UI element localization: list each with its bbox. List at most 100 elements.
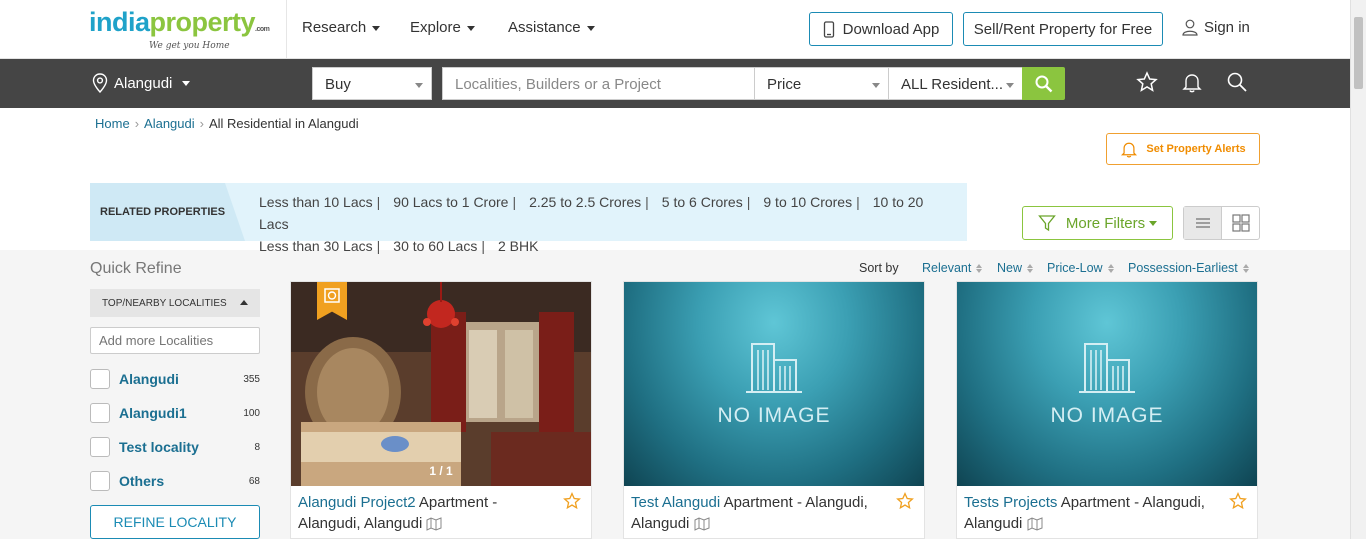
star-icon[interactable]	[1136, 71, 1158, 93]
set-property-alerts-button[interactable]: Set Property Alerts	[1106, 133, 1260, 165]
map-icon[interactable]	[694, 517, 710, 531]
chevron-down-icon	[1149, 220, 1158, 226]
favorite-star-icon[interactable]	[1229, 492, 1247, 510]
sort-price-low[interactable]: Price-Low	[1047, 261, 1115, 275]
quick-refine-title: Quick Refine	[90, 260, 182, 277]
project-name[interactable]: Test Alangudi	[631, 494, 720, 511]
related-link[interactable]: 5 to 6 Crores	[662, 194, 743, 210]
breadcrumb: Home › Alangudi › All Residential in Alangud…	[95, 116, 359, 131]
sort-arrows-icon	[1027, 263, 1034, 273]
search-button[interactable]	[1022, 67, 1065, 100]
menu-research[interactable]: Research	[302, 19, 381, 36]
category-select[interactable]: ALL Resident...	[888, 67, 1023, 100]
related-link[interactable]: 2.25 to 2.5 Crores	[529, 194, 641, 210]
locality-filter[interactable]: Alangudi1 100	[90, 402, 260, 424]
property-photo[interactable]: NO IMAGE	[624, 282, 924, 486]
property-card[interactable]: NO IMAGE Test Alangudi Apartment - Alang…	[623, 281, 925, 539]
breadcrumb-home[interactable]: Home	[95, 116, 130, 131]
chevron-down-icon	[466, 25, 475, 31]
related-link[interactable]: 2 BHK	[498, 238, 538, 254]
checkbox[interactable]	[90, 369, 110, 389]
favorite-star-icon[interactable]	[563, 492, 581, 510]
property-location: Alangudi	[631, 515, 690, 532]
building-icon	[1079, 343, 1135, 393]
sign-in-link[interactable]: Sign in	[1182, 19, 1250, 36]
property-location: Alangudi	[964, 515, 1023, 532]
map-icon[interactable]	[1027, 517, 1043, 531]
related-properties: RELATED PROPERTIES Less than 10 Lacs | 90 …	[90, 183, 967, 254]
user-icon	[1182, 19, 1198, 36]
photo-counter: 1 / 1	[429, 464, 453, 478]
related-link[interactable]: Less than 10 Lacs	[259, 194, 373, 210]
project-name[interactable]: Tests Projects	[964, 494, 1057, 511]
property-type: Apartment - Alangudi,	[1057, 494, 1205, 511]
locality-filter[interactable]: Others 68	[90, 470, 260, 492]
chevron-down-icon	[1006, 83, 1014, 88]
funnel-icon	[1038, 215, 1056, 232]
chevron-up-icon	[240, 300, 248, 305]
sort-arrows-icon	[976, 263, 983, 273]
download-app-button[interactable]: Download App	[809, 12, 953, 46]
breadcrumb-current: All Residential in Alangudi	[208, 116, 359, 131]
chevron-down-icon	[415, 83, 423, 88]
bell-icon	[1121, 142, 1138, 158]
checkbox[interactable]	[90, 403, 110, 423]
sort-new[interactable]: New	[997, 261, 1034, 275]
city-selector[interactable]: Alangudi	[92, 73, 191, 93]
scrollbar[interactable]	[1350, 0, 1366, 539]
menu-assistance[interactable]: Assistance	[508, 19, 595, 36]
chevron-down-icon	[586, 25, 595, 31]
buy-select[interactable]: Buy	[312, 67, 432, 100]
sort-relevant[interactable]: Relevant	[922, 261, 983, 275]
search-icon[interactable]	[1226, 71, 1248, 93]
locality-filter[interactable]: Test locality 8	[90, 436, 260, 458]
no-image-label: NO IMAGE	[1050, 404, 1164, 427]
checkbox[interactable]	[90, 437, 110, 457]
building-icon	[746, 343, 802, 393]
chevron-down-icon	[182, 80, 191, 86]
search-bar: Alangudi Buy Localities, Builders or a P…	[0, 59, 1350, 108]
list-icon	[1195, 218, 1210, 228]
listing-header: Home › Alangudi › All Residential in Alangud…	[0, 108, 1350, 254]
site-logo[interactable]: indiaproperty.com We get you Home	[89, 9, 270, 52]
property-card[interactable]: 1 / 1 Alangudi Project2 Apartment - Alan…	[290, 281, 592, 539]
price-select[interactable]: Price	[754, 67, 889, 100]
sort-possession[interactable]: Possession-Earliest	[1128, 261, 1250, 275]
scrollbar-thumb[interactable]	[1354, 17, 1363, 89]
map-icon[interactable]	[426, 517, 442, 531]
grid-view-button[interactable]	[1222, 207, 1259, 239]
menu-explore[interactable]: Explore	[410, 19, 475, 36]
related-link[interactable]: 30 to 60 Lacs	[393, 238, 477, 254]
phone-icon	[823, 20, 834, 38]
no-image-label: NO IMAGE	[717, 404, 831, 427]
sort-arrows-icon	[1242, 263, 1250, 273]
property-photo[interactable]: 1 / 1	[291, 282, 591, 486]
view-toggle	[1183, 206, 1260, 240]
property-card[interactable]: NO IMAGE Tests Projects Apartment - Alan…	[956, 281, 1258, 539]
locality-filter[interactable]: Alangudi 355	[90, 368, 260, 390]
bell-icon[interactable]	[1181, 71, 1203, 93]
sell-rent-button[interactable]: Sell/Rent Property for Free	[963, 12, 1163, 46]
list-view-button[interactable]	[1184, 207, 1222, 239]
breadcrumb-city[interactable]: Alangudi	[144, 116, 195, 131]
more-filters-button[interactable]: More Filters	[1022, 206, 1173, 240]
related-properties-label: RELATED PROPERTIES	[90, 183, 245, 241]
add-localities-input[interactable]	[90, 327, 260, 354]
refine-locality-button[interactable]: REFINE LOCALITY	[90, 505, 260, 539]
checkbox[interactable]	[90, 471, 110, 491]
sort-arrows-icon	[1107, 263, 1115, 273]
chevron-down-icon	[872, 83, 880, 88]
related-link[interactable]: Less than 30 Lacs	[259, 238, 373, 254]
search-icon	[1035, 75, 1052, 92]
chevron-down-icon	[372, 25, 381, 31]
top-header: indiaproperty.com We get you Home Resear…	[0, 0, 1350, 59]
favorite-star-icon[interactable]	[896, 492, 914, 510]
related-link[interactable]: 9 to 10 Crores	[763, 194, 852, 210]
related-link[interactable]: 90 Lacs to 1 Crore	[393, 194, 508, 210]
property-photo[interactable]: NO IMAGE	[957, 282, 1257, 486]
location-pin-icon	[92, 73, 108, 93]
localities-section-toggle[interactable]: TOP/NEARBY LOCALITIES	[90, 289, 260, 317]
project-name[interactable]: Alangudi Project2	[298, 494, 416, 511]
sort-label: Sort by	[859, 261, 899, 275]
search-input[interactable]: Localities, Builders or a Project	[442, 67, 755, 100]
